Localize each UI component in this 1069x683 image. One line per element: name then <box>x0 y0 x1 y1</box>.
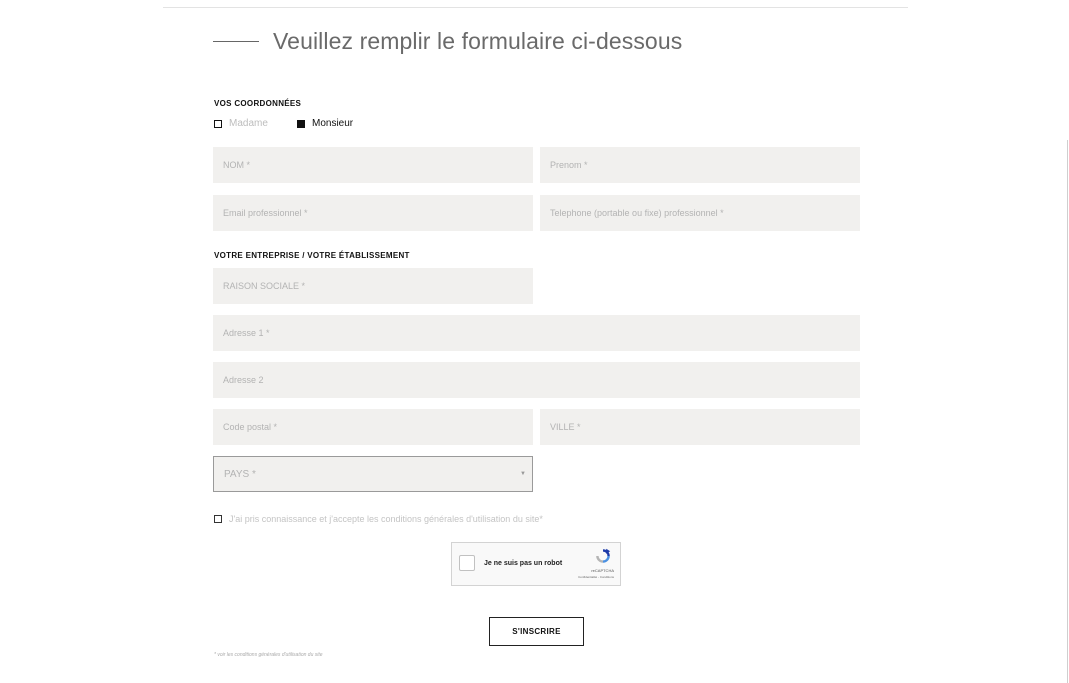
chevron-down-icon: ▼ <box>520 471 526 477</box>
recaptcha-checkbox[interactable] <box>459 555 475 571</box>
nom-placeholder: NOM * <box>223 160 250 170</box>
section-label-coordonnees: VOS COORDONNÉES <box>214 99 302 108</box>
recaptcha-links[interactable]: Confidentialité - Conditions <box>578 575 614 579</box>
right-scrollbar-edge <box>1067 140 1068 683</box>
header-dash <box>213 41 259 42</box>
raison-sociale-placeholder: RAISON SOCIALE * <box>223 281 306 291</box>
code-postal-placeholder: Code postal * <box>223 422 278 432</box>
adresse1-input[interactable]: Adresse 1 * <box>213 315 860 351</box>
recaptcha-brand: reCAPTCHA <box>591 568 614 573</box>
ville-input[interactable]: VILLE * <box>540 409 860 445</box>
code-postal-input[interactable]: Code postal * <box>213 409 533 445</box>
prenom-input[interactable]: Prenom * <box>540 147 860 183</box>
adresse2-input[interactable]: Adresse 2 <box>213 362 860 398</box>
telephone-input[interactable]: Telephone (portable ou fixe) professionn… <box>540 195 860 231</box>
ville-placeholder: VILLE * <box>550 422 581 432</box>
civility-option-monsieur[interactable]: Monsieur <box>297 118 353 129</box>
submit-button[interactable]: S'INSCRIRE <box>489 617 584 646</box>
top-divider <box>163 7 908 8</box>
checkbox-icon <box>214 515 222 523</box>
radio-box-icon <box>214 119 222 128</box>
civility-label-monsieur: Monsieur <box>312 118 354 129</box>
recaptcha-widget: Je ne suis pas un robot reCAPTCHA Confid… <box>451 542 621 586</box>
adresse2-placeholder: Adresse 2 <box>223 375 264 385</box>
section-label-entreprise: VOTRE ENTREPRISE / VOTRE ÉTABLISSEMENT <box>214 251 410 260</box>
nom-input[interactable]: NOM * <box>213 147 533 183</box>
raison-sociale-input[interactable]: RAISON SOCIALE * <box>213 268 533 304</box>
page-title: Veuillez remplir le formulaire ci-dessou… <box>273 28 683 54</box>
terms-checkbox-row[interactable]: J'ai pris connaissance et j'accepte les … <box>214 514 543 524</box>
civility-label-madame: Madame <box>229 118 268 129</box>
terms-label: J'ai pris connaissance et j'accepte les … <box>229 514 543 524</box>
adresse1-placeholder: Adresse 1 * <box>223 328 270 338</box>
email-placeholder: Email professionnel * <box>223 208 308 218</box>
recaptcha-label: Je ne suis pas un robot <box>484 560 563 567</box>
recaptcha-logo-icon <box>596 548 611 563</box>
telephone-placeholder: Telephone (portable ou fixe) professionn… <box>550 208 724 218</box>
civility-option-madame[interactable]: Madame <box>214 118 268 129</box>
pays-selected-value: PAYS * <box>224 468 256 480</box>
footnote: * voir les conditions générales d'utilis… <box>214 652 323 658</box>
email-input[interactable]: Email professionnel * <box>213 195 533 231</box>
radio-box-checked-icon <box>297 119 305 128</box>
pays-select[interactable]: PAYS * ▼ <box>213 456 533 492</box>
form-header: Veuillez remplir le formulaire ci-dessou… <box>213 28 682 55</box>
prenom-placeholder: Prenom * <box>550 160 588 170</box>
